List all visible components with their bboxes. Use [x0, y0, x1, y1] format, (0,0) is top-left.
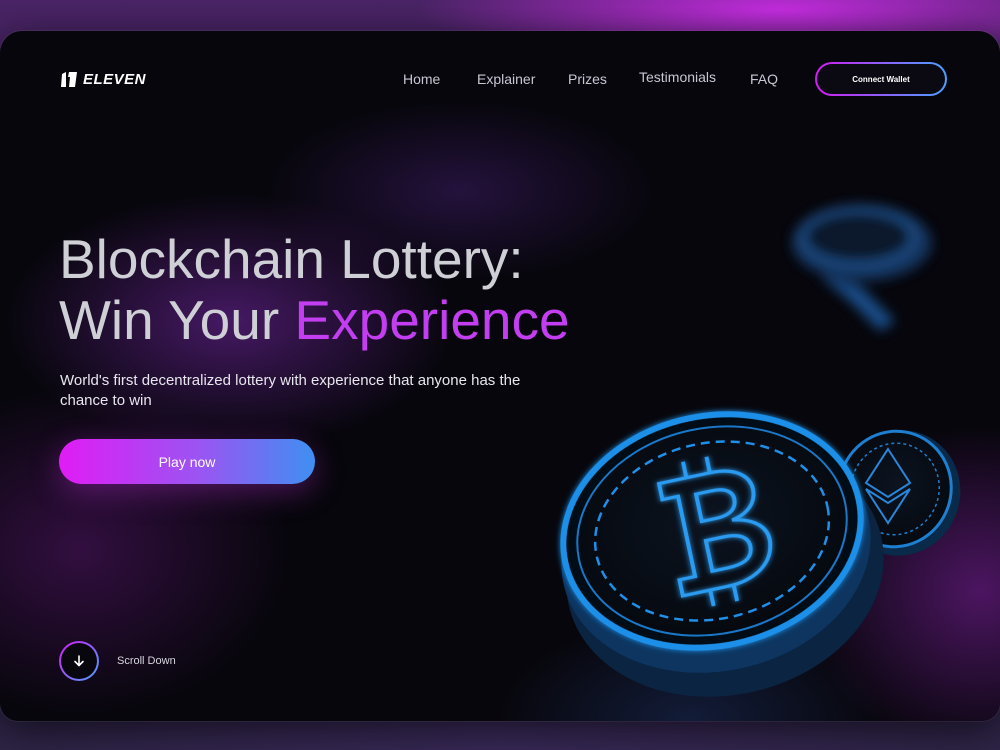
nav-home[interactable]: Home [403, 71, 440, 87]
arrow-down-icon [74, 655, 84, 667]
hero-subtitle: World's first decentralized lottery with… [60, 372, 521, 409]
hero-title-line2: Win Your Experience [59, 289, 570, 351]
nav-faq[interactable]: FAQ [750, 71, 778, 87]
brand-logo[interactable]: ELEVEN [59, 68, 146, 90]
connect-wallet-button[interactable]: Connect Wallet [815, 62, 947, 96]
bitcoin-coin-icon [560, 411, 884, 697]
nav-prizes[interactable]: Prizes [568, 71, 607, 87]
hero-title-line1: Blockchain Lottery: [59, 228, 524, 290]
play-now-button[interactable]: Play now [59, 439, 315, 484]
blurred-coin-icon [792, 205, 932, 331]
landing-page-frame: ELEVEN Home Explainer Prizes Testimonial… [0, 31, 1000, 721]
scroll-down-label: Scroll Down [117, 655, 176, 667]
scroll-down-button[interactable] [59, 641, 99, 681]
nav-testimonials[interactable]: Testimonials [639, 69, 716, 85]
brand-name: ELEVEN [83, 70, 147, 88]
hero-title-accent: Experience [294, 289, 570, 351]
hero-title-plain: Win Your [59, 289, 295, 351]
nav-explainer[interactable]: Explainer [477, 71, 535, 87]
eleven-logo-icon [61, 72, 77, 87]
